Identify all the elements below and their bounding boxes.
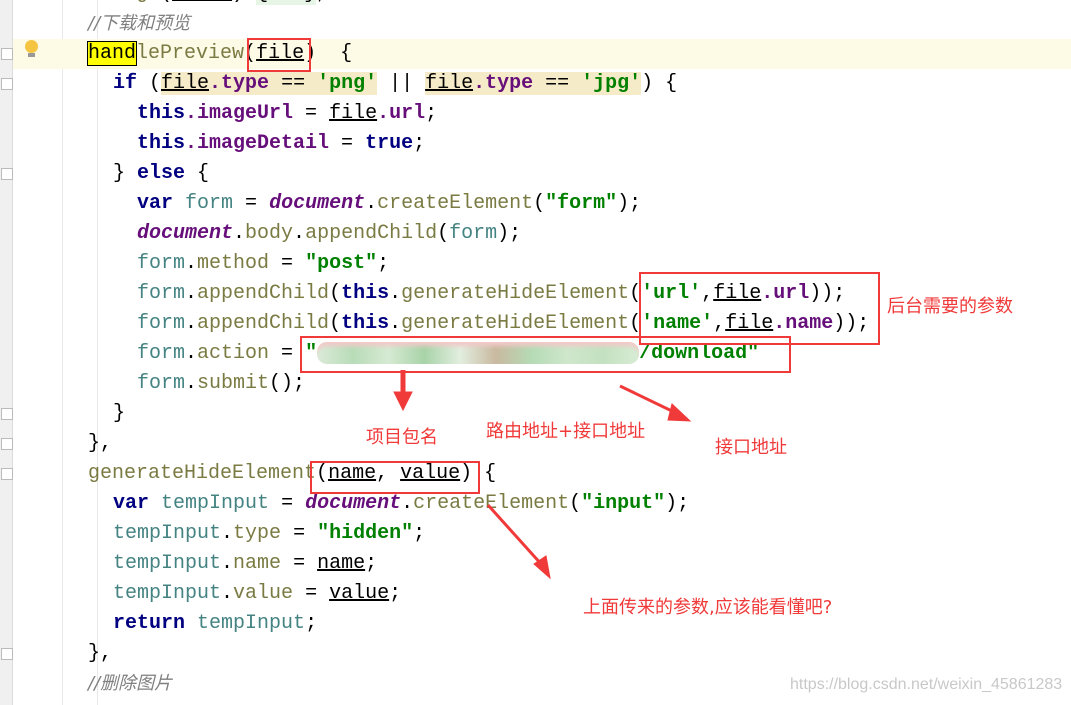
annotation-route-api: 路由地址+接口地址 bbox=[486, 421, 646, 442]
annotation-backend-params: 后台需要的参数 bbox=[887, 296, 1013, 317]
arrow-head bbox=[667, 403, 692, 422]
annotation-params-passed: 上面传来的参数,应该能看懂吧? bbox=[583, 597, 833, 618]
arrow-right-icon bbox=[619, 384, 677, 415]
arrow-head bbox=[393, 391, 413, 412]
arrow-diagonal-icon bbox=[486, 503, 544, 567]
annotation-api-address: 接口地址 bbox=[715, 437, 787, 458]
annotation-arrows bbox=[393, 370, 692, 580]
annotation-project-name: 项目包名 bbox=[366, 427, 438, 448]
watermark: https://blog.csdn.net/weixin_45861283 bbox=[790, 676, 1063, 693]
